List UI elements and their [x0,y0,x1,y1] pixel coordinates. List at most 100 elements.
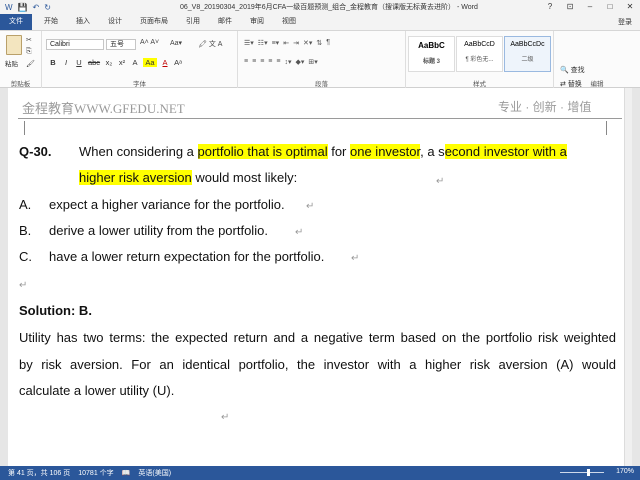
align-right-icon[interactable]: ≡ [260,58,264,66]
underline-button[interactable]: U [74,58,84,67]
window-controls: ? ⊡ – □ ✕ [540,0,640,14]
option-a-letter: A. [19,197,32,212]
sort-icon[interactable]: ⇅ [316,39,322,47]
solution-line-1: Utility has two terms: the expected retu… [19,330,616,345]
option-c-text: have a lower return expectation for the … [49,249,325,264]
align-left-icon[interactable]: ≡ [244,58,248,66]
ribbon: 粘贴 ✂ ⎘ 🖌 剪贴板 Calibri 五号 A˄ A˅ Aa▾ 🖍 文 A … [0,30,640,102]
line-spacing-icon[interactable]: ↕▾ [284,58,291,66]
title-bar: W 💾 ↶ ↻ 06_V8_20190304_2019年6月CFA一级百题预测_… [0,0,640,14]
style-name: 二级 [521,57,534,63]
quick-access-toolbar: W 💾 ↶ ↻ [0,3,110,12]
tab-references[interactable]: 引用 [177,14,209,30]
paragraph-group-label: 段落 [315,81,328,88]
style-preview: AaBbCcD [464,41,495,48]
document-area: 金程教育WWW.GFEDU.NET 专业 · 创新 · 增值 Q-30. Whe… [0,88,640,466]
chinese-layout-icon[interactable]: ✕▾ [303,39,312,47]
font-group: Calibri 五号 A˄ A˅ Aa▾ 🖍 文 A B I U abc x₂ … [42,31,238,89]
document-page[interactable]: 金程教育WWW.GFEDU.NET 专业 · 创新 · 增值 Q-30. Whe… [8,88,632,466]
ribbon-tabs: 文件 开始 插入 设计 页面布局 引用 邮件 审阅 视图 [0,14,640,30]
font-name-select[interactable]: Calibri [46,39,104,50]
paragraph-mark: ↵ [306,201,315,212]
find-button[interactable]: 🔍 查找 [560,65,585,75]
grow-font-icon[interactable]: A˄ A˅ [140,39,159,46]
tab-review[interactable]: 审阅 [241,14,273,30]
q-text: for [327,144,350,159]
bullets-icon[interactable]: ☰▾ [244,39,254,47]
zoom-slider[interactable] [560,472,604,473]
tab-home[interactable]: 开始 [35,14,67,30]
undo-icon[interactable]: ↶ [33,3,40,12]
status-bar: 第 41 页，共 106 页 10781 个字 📖 英语(美国) 170% [0,466,640,480]
font-size-select[interactable]: 五号 [106,39,136,50]
ribbon-display-button[interactable]: ⊡ [560,0,580,14]
style-heading3[interactable]: AaBbC 标题 3 [408,36,455,72]
paragraph-mark: ↵ [19,280,28,291]
copy-icon[interactable]: ⎘ [26,48,32,56]
paste-button[interactable]: 粘贴 [5,58,18,68]
maximize-button[interactable]: □ [600,0,620,14]
page-header-left: 金程教育WWW.GFEDU.NET [22,101,185,116]
find-label: 查找 [570,67,585,74]
tab-mailings[interactable]: 邮件 [209,14,241,30]
solution-title: Solution: B. [19,303,92,318]
highlight-button[interactable]: Aa [143,58,157,67]
paragraph-mark: ↵ [436,176,445,187]
text-effects-button[interactable]: A [130,58,140,67]
cut-icon[interactable]: ✂ [26,36,32,44]
style-name: 标题 3 [422,59,440,65]
minimize-button[interactable]: – [580,0,600,14]
character-shading-button[interactable]: Aᵃ [173,58,183,67]
proofing-icon[interactable]: 📖 [122,469,131,477]
zoom-level[interactable]: 170% [616,468,634,475]
show-marks-icon[interactable]: ¶ [326,39,330,47]
tab-file[interactable]: 文件 [0,14,32,30]
change-case-icon[interactable]: Aa▾ [170,39,182,47]
font-group-label: 字体 [133,81,146,88]
q-highlight: portfolio that is optimal [197,144,328,159]
style-colored[interactable]: AaBbCcD ¶ 彩色无... [456,36,503,72]
list-buttons: ☰▾ ☷▾ ≡▾ ⇤ ⇥ ✕▾ ⇅ ¶ [244,39,330,47]
subscript-button[interactable]: x₂ [104,58,114,67]
tab-design[interactable]: 设计 [99,14,131,30]
superscript-button[interactable]: x² [117,58,127,67]
align-center-icon[interactable]: ≡ [252,58,256,66]
tab-insert[interactable]: 插入 [67,14,99,30]
increase-indent-icon[interactable]: ⇥ [293,39,299,47]
paragraph-group: ☰▾ ☷▾ ≡▾ ⇤ ⇥ ✕▾ ⇅ ¶ ≡ ≡ ≡ ≡ ≡ ↕▾ ◆▾ ⊞▾ 段… [238,31,406,89]
style-name: ¶ 彩色无... [465,57,494,63]
clear-format-icon[interactable]: 🖍 文 A [198,39,222,49]
borders-icon[interactable]: ⊞▾ [308,58,317,66]
word-count[interactable]: 10781 个字 [78,468,113,478]
font-color-button[interactable]: A [160,58,170,67]
italic-button[interactable]: I [61,58,71,67]
q-highlight: econd investor with a [444,144,567,159]
vertical-scrollbar[interactable] [624,88,632,466]
redo-icon[interactable]: ↻ [44,3,51,12]
shading-icon[interactable]: ◆▾ [295,58,304,66]
decrease-indent-icon[interactable]: ⇤ [283,39,289,47]
zoom-slider-knob[interactable] [587,469,590,476]
tab-layout[interactable]: 页面布局 [131,14,177,30]
multilevel-icon[interactable]: ≡▾ [272,39,280,47]
login-link[interactable]: 登录 [618,17,632,27]
close-button[interactable]: ✕ [620,0,640,14]
option-c-letter: C. [19,249,32,264]
save-icon[interactable]: 💾 [18,3,28,12]
distributed-icon[interactable]: ≡ [276,58,280,66]
strikethrough-button[interactable]: abc [87,58,101,67]
help-button[interactable]: ? [540,0,560,14]
q-text: , a s [420,144,445,159]
language-status[interactable]: 英语(美国) [138,468,171,478]
tab-view[interactable]: 视图 [273,14,305,30]
q-highlight: one investor [350,144,421,159]
justify-icon[interactable]: ≡ [268,58,272,66]
question-number: Q-30. [19,144,52,159]
bold-button[interactable]: B [48,58,58,67]
style-level2[interactable]: AaBbCcDc 二级 [504,36,551,72]
paste-icon[interactable] [6,35,22,55]
page-count[interactable]: 第 41 页，共 106 页 [8,468,70,478]
numbering-icon[interactable]: ☷▾ [258,39,268,47]
format-painter-icon[interactable]: 🖌 [26,60,35,68]
replace-label: 替换 [567,81,582,88]
